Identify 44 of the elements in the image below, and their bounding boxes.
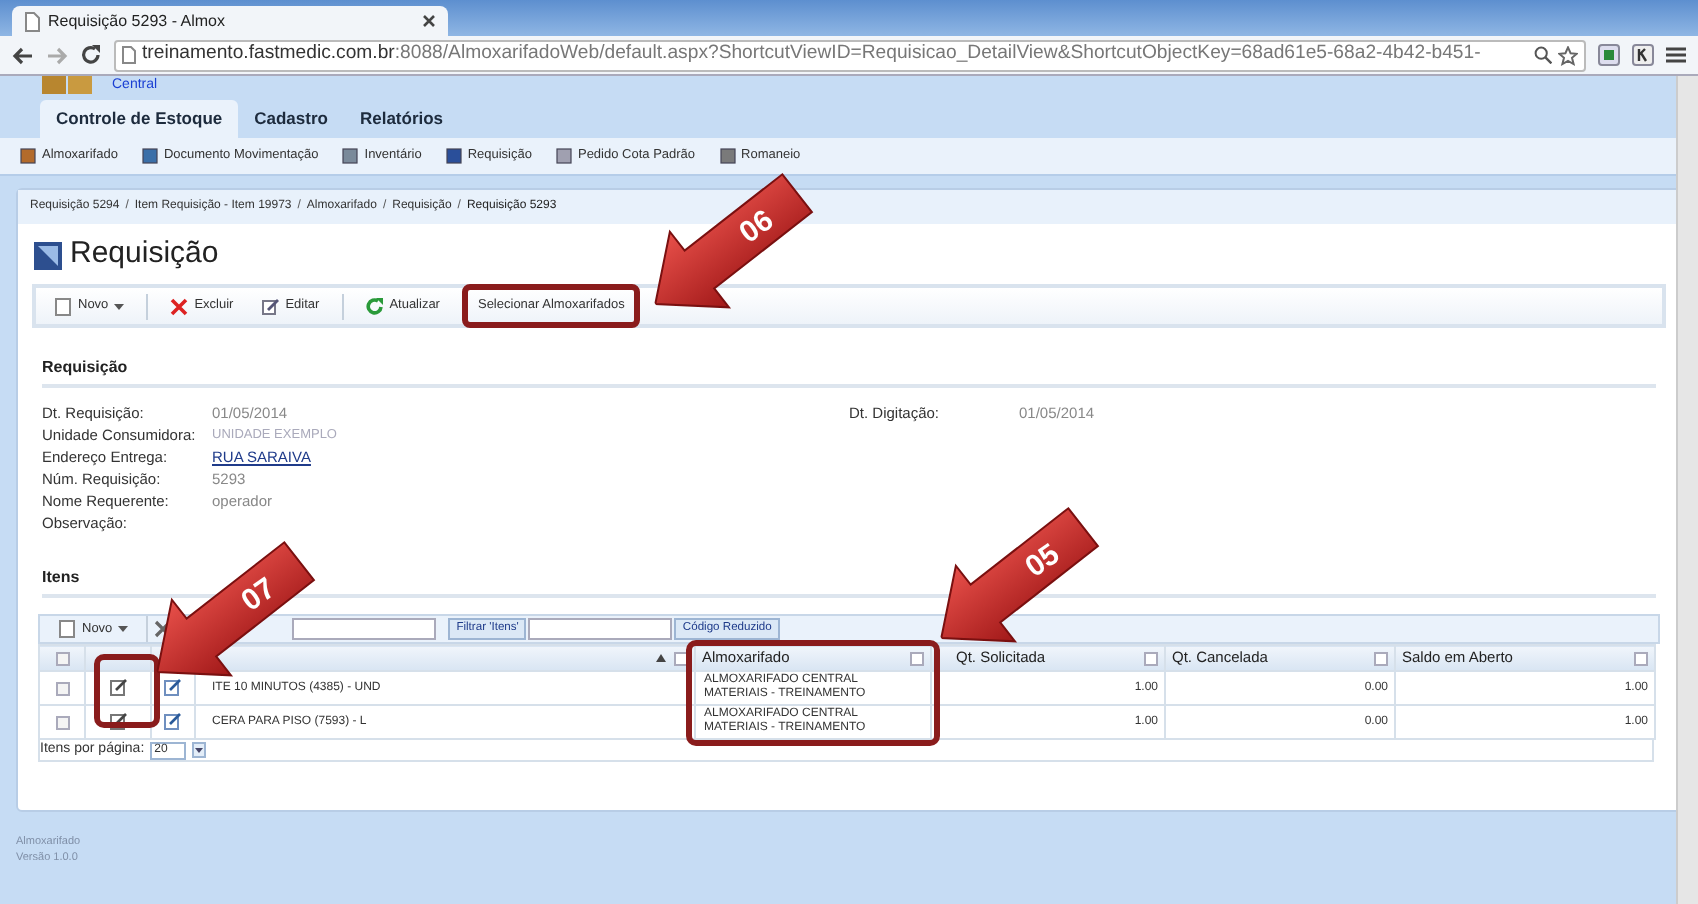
address-bar[interactable]: treinamento.fastmedic.com.br:8088/AlmoxarifadoWeb/default.aspx?ShortcutViewID=Requisicao_DetailView&ShortcutObjectKey=68ad61e5-68a2-4b42-b451- <box>114 39 1586 71</box>
document-icon <box>24 11 40 31</box>
reload-icon[interactable] <box>80 44 102 66</box>
browser-tab[interactable]: Requisição 5293 - Almox <box>12 6 448 36</box>
edit-icon[interactable] <box>164 677 182 696</box>
refresh-icon <box>365 297 384 315</box>
filter-field[interactable] <box>292 618 437 640</box>
page-icon <box>122 46 136 64</box>
module-tab[interactable]: Cadastro <box>238 100 344 138</box>
document-logo-icon <box>34 241 62 269</box>
boxes-logo <box>40 76 96 96</box>
select-all-checkbox[interactable] <box>55 651 69 665</box>
zoom-icon[interactable] <box>1534 46 1552 64</box>
star-icon[interactable] <box>1558 45 1578 65</box>
module-icon <box>141 148 158 164</box>
edit-icon[interactable] <box>164 711 182 730</box>
close-icon[interactable] <box>422 14 436 28</box>
module-icon <box>342 148 359 164</box>
row-checkbox[interactable] <box>55 681 69 695</box>
module-tab[interactable]: Controle de Estoque <box>40 100 239 138</box>
page-title: Requisição <box>70 234 219 275</box>
url-text: treinamento.fastmedic.com.br:8088/AlmoxarifadoWeb/default.aspx?ShortcutViewID=Requisicao_DetailView&ShortcutObjectKey=68ad61e5-68a2-4b42-b451- <box>142 41 1481 69</box>
edit-icon <box>261 297 280 315</box>
module-icon <box>445 148 462 164</box>
caret-icon <box>118 626 129 632</box>
extension-icon[interactable] <box>1632 44 1654 66</box>
step-number: 06 <box>734 205 779 249</box>
edit-icon[interactable] <box>109 677 127 696</box>
code-field[interactable] <box>528 618 673 640</box>
tab-title: Requisição 5293 - Almox <box>48 9 227 33</box>
module-tab[interactable]: Relatórios <box>343 100 460 138</box>
caret-icon <box>114 303 125 309</box>
step-number: 05 <box>1020 539 1065 583</box>
back-icon[interactable] <box>12 45 34 65</box>
sort-icon <box>656 654 666 662</box>
module-icon <box>20 148 36 164</box>
step-number: 07 <box>236 573 281 617</box>
menu-icon[interactable] <box>1666 46 1686 64</box>
module-icon <box>719 148 736 164</box>
row-checkbox[interactable] <box>55 715 69 729</box>
scrollbar[interactable] <box>1676 76 1698 904</box>
delete-icon <box>170 297 189 315</box>
section-title: Requisição <box>42 356 1656 388</box>
module-icon <box>555 148 572 164</box>
